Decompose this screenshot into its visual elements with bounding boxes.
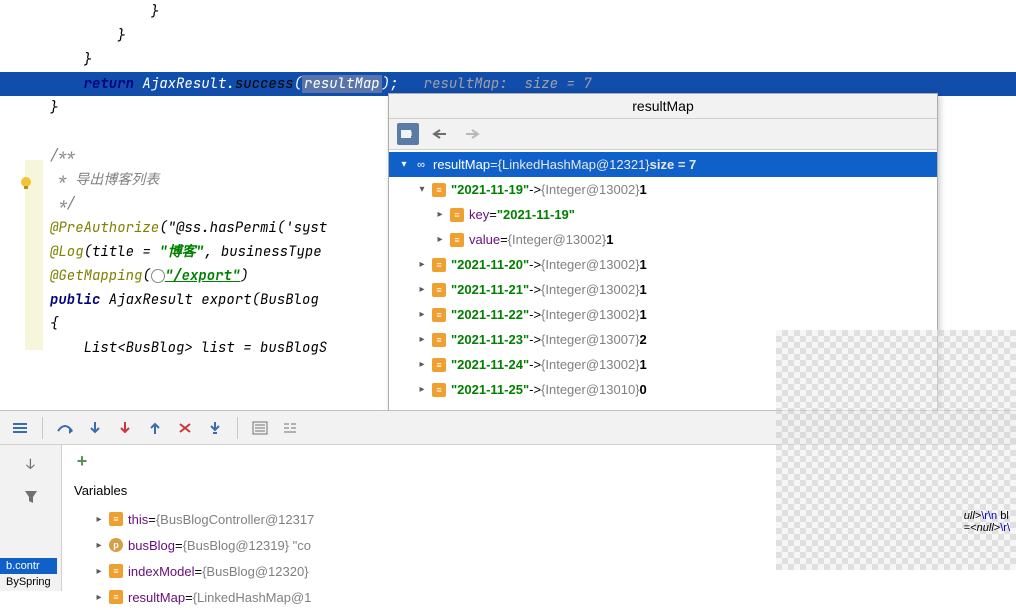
- field-icon: ≡: [432, 383, 446, 397]
- field-icon: ≡: [432, 308, 446, 322]
- evaluate-icon[interactable]: [248, 416, 272, 440]
- step-out-icon[interactable]: [143, 416, 167, 440]
- chevron-right-icon[interactable]: ▸: [92, 540, 106, 551]
- run-to-cursor-icon[interactable]: [203, 416, 227, 440]
- debugger-sidebar: ↓ b.contr BySpring: [0, 445, 62, 591]
- field-icon: ≡: [432, 183, 446, 197]
- back-icon[interactable]: [429, 123, 451, 145]
- code-line: }: [0, 24, 1016, 48]
- param-icon: p: [109, 538, 123, 552]
- tree-entry[interactable]: ▸≡"2021-11-20" -> {Integer@13002} 1: [389, 252, 937, 277]
- qr-watermark: [776, 330, 1016, 570]
- tree-entry[interactable]: ▸≡"2021-11-22" -> {Integer@13002} 1: [389, 302, 937, 327]
- filter-icon[interactable]: [19, 485, 43, 509]
- tree-entry[interactable]: ▾≡"2021-11-19" -> {Integer@13002} 1: [389, 177, 937, 202]
- step-into-icon[interactable]: [83, 416, 107, 440]
- field-icon: ≡: [432, 358, 446, 372]
- field-icon: ≡: [432, 333, 446, 347]
- chevron-right-icon[interactable]: ▸: [415, 384, 429, 395]
- field-icon: ≡: [109, 564, 123, 578]
- side-text: ull>\r\n bl =<null>\r\: [964, 510, 1010, 534]
- forward-icon[interactable]: [461, 123, 483, 145]
- code-line: }: [0, 48, 1016, 72]
- intention-bulb-icon[interactable]: [18, 175, 34, 191]
- stack-frame[interactable]: BySpring: [0, 574, 57, 590]
- set-value-icon[interactable]: [397, 123, 419, 145]
- down-arrow-icon[interactable]: ↓: [19, 453, 43, 477]
- chevron-right-icon[interactable]: ▸: [415, 334, 429, 345]
- code-line: }: [0, 0, 1016, 24]
- step-over-icon[interactable]: [53, 416, 77, 440]
- tree-subentry[interactable]: ▸≡key = "2021-11-19": [389, 202, 937, 227]
- globe-icon[interactable]: [151, 269, 165, 283]
- field-icon: ≡: [432, 283, 446, 297]
- drop-frame-icon[interactable]: [173, 416, 197, 440]
- add-watch-icon[interactable]: +: [70, 449, 94, 473]
- chevron-right-icon[interactable]: ▸: [415, 359, 429, 370]
- chevron-right-icon[interactable]: ▸: [415, 309, 429, 320]
- chevron-right-icon[interactable]: ▸: [415, 259, 429, 270]
- field-icon: ≡: [109, 512, 123, 526]
- chevron-down-icon[interactable]: ▾: [415, 184, 429, 195]
- show-execution-icon[interactable]: [8, 416, 32, 440]
- chevron-down-icon[interactable]: ▾: [397, 159, 411, 170]
- field-icon: ≡: [450, 208, 464, 222]
- chevron-right-icon[interactable]: ▸: [415, 284, 429, 295]
- tree-entry[interactable]: ▸≡"2021-11-21" -> {Integer@13002} 1: [389, 277, 937, 302]
- variable-row[interactable]: ▸≡resultMap = {LinkedHashMap@1: [92, 584, 1016, 610]
- chevron-right-icon[interactable]: ▸: [433, 234, 447, 245]
- trace-icon[interactable]: [278, 416, 302, 440]
- popup-toolbar: [389, 119, 937, 150]
- chevron-right-icon[interactable]: ▸: [92, 592, 106, 603]
- field-icon: ≡: [109, 590, 123, 604]
- field-icon: ≡: [432, 258, 446, 272]
- popup-title: resultMap: [389, 94, 937, 119]
- stack-frame[interactable]: b.contr: [0, 558, 57, 574]
- force-step-into-icon[interactable]: [113, 416, 137, 440]
- field-icon: ≡: [450, 233, 464, 247]
- tree-subentry[interactable]: ▸≡value = {Integer@13002} 1: [389, 227, 937, 252]
- chevron-right-icon[interactable]: ▸: [92, 514, 106, 525]
- tree-root[interactable]: ▾ ∞ resultMap = {LinkedHashMap@12321} si…: [389, 152, 937, 177]
- object-icon: ∞: [414, 158, 428, 172]
- chevron-right-icon[interactable]: ▸: [92, 566, 106, 577]
- chevron-right-icon[interactable]: ▸: [433, 209, 447, 220]
